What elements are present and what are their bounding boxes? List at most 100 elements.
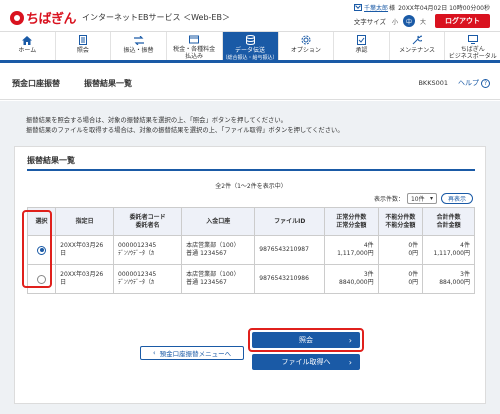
ok-amount: 8840,000円 [339,279,374,286]
redisplay-button[interactable]: 再表示 [440,193,473,204]
inquiry-button-highlight [248,328,364,352]
last-login-time: 20XX年04月02日 10時00分00秒 [398,5,490,12]
results-table: 選択 指定日 委託者コード 委託者名 入金口座 ファイルID 正常分件数 正常分金額… [26,207,475,294]
help-label: ヘルプ [458,79,479,87]
nav-tax[interactable]: 税金・各種料金 払込み [167,32,223,60]
col-ok-amount: 正常分金額 [336,221,367,229]
font-size-small-button[interactable]: 小 [389,15,401,27]
col-ng-amount: 不能分金額 [385,221,416,229]
total-amount: 884,000円 [439,279,470,286]
nav-data-label-line2: （総合振込・給与振込） [222,55,278,61]
col-total: 合計件数 合計金額 [422,207,475,236]
data-transmission-icon [244,35,256,45]
panel-divider [27,169,475,171]
service-name: インターネットEBサービス ＜Web-EB＞ [82,13,230,22]
back-button-label: 預金口座振替メニューへ [159,350,232,358]
col-ng: 不能分件数 不能分金額 [377,207,424,236]
col-ng-count: 不能分件数 [385,213,416,221]
transfer-icon [133,35,145,45]
per-page-label: 表示件数： [373,196,404,203]
results-panel: 振替結果一覧 全2件（1～2件を表示中） 表示件数： 10件 ▾ 再表示 選択 … [14,146,486,404]
ng-count: 0件 [408,271,419,278]
date-cell: 20XX年03月26日 [55,235,115,265]
nav-inquiry[interactable]: 照会 [56,32,112,60]
account-cell: 本店営業部（100） 普通 1234567 [181,264,256,294]
total-count: 4件 [460,242,470,249]
file-id-cell: 9876543210986 [254,264,326,294]
col-date: 指定日 [55,207,115,236]
chevron-left-icon: ‹ [152,349,156,357]
nav-portal[interactable]: ちばぎん ビジネスポータル [445,32,500,60]
col-account: 入金口座 [181,207,256,236]
portal-icon [467,35,479,44]
page-title-bar: 預金口座振替 振替結果一覧 BKKS001 ヘルプ ? [0,64,500,100]
font-size-large-button[interactable]: 大 [417,15,429,27]
per-page-select[interactable]: 10件 ▾ [406,193,437,204]
nav-approval[interactable]: 承認 [334,32,390,60]
chibagin-logo[interactable]: ちばぎん [10,8,77,27]
file-download-button[interactable]: ファイル取得へ › [252,354,360,370]
nav-maintenance-label: メンテナンス [399,47,436,54]
pager-controls: 表示件数： 10件 ▾ 再表示 [374,193,473,204]
mail-icon[interactable] [354,4,363,11]
col-consignor: 委託者コード 委託者名 [113,207,183,236]
table-row[interactable]: 20XX年03月26日 0000012345 ﾃﾞﾝｿｳﾃﾞｰﾀ（ｶ 本店営業部（… [26,235,475,265]
question-icon: ? [481,78,490,88]
logo-text: ちばぎん [26,12,77,27]
ok-cell: 3件 8840,000円 [324,264,379,294]
select-column-highlight [22,210,52,288]
logo-mark-icon [10,10,24,25]
back-to-menu-button[interactable]: ‹ 預金口座振替メニューへ [140,346,244,360]
nav-tax-label-line1: 税金・各種料金 [173,46,216,53]
file-button-label: ファイル取得へ [281,358,331,366]
ng-count: 0件 [408,242,419,249]
nav-approval-label: 承認 [355,47,368,54]
nav-inquiry-label: 照会 [76,47,89,54]
account-number: 普通 1234567 [186,250,227,257]
chevron-right-icon: › [348,357,352,367]
nav-portal-label: ちばぎん ビジネスポータル [449,46,497,60]
ng-amount: 0円 [408,250,419,257]
col-total-amount: 合計金額 [436,221,461,229]
nav-tax-label: 税金・各種料金 払込み [173,46,215,60]
nav-maintenance[interactable]: メンテナンス [390,32,446,60]
tax-icon [188,35,200,44]
col-ok-count: 正常分件数 [336,213,367,221]
branch-name: 本店営業部（100） [186,271,240,278]
col-consignor-name: 委託者名 [135,221,160,229]
nav-option[interactable]: オプション [279,32,335,60]
nav-portal-label-line1: ちばぎん [460,46,485,53]
nav-data-transmission[interactable]: データ伝送 （総合振込・給与振込） [222,32,279,61]
ok-cell: 4件 1,117,000円 [324,235,379,265]
user-name-link[interactable]: 千葉太郎 [364,3,388,12]
ok-count: 3件 [363,271,374,278]
help-link[interactable]: ヘルプ ? [458,78,490,88]
option-icon [300,35,312,45]
instruction-line-2: 振替結果のファイルを取得する場合は、対象の振替結果を選択の上、「ファイル取得」ボ… [26,127,344,134]
nav-option-label: オプション [290,47,321,54]
col-ok: 正常分件数 正常分金額 [324,207,379,236]
total-amount: 1,117,000円 [433,250,470,257]
page-title: 振替結果一覧 [84,79,132,88]
table-row[interactable]: 20XX年03月26日 0000012345 ﾃﾞﾝｿｳﾃﾞｰﾀ（ｶ 本店営業部（… [26,264,475,294]
logout-button[interactable]: ログアウト [435,14,490,28]
consignor-cell: 0000012345 ﾃﾞﾝｿｳﾃﾞｰﾀ（ｶ [113,264,183,294]
font-size-label: 文字サイズ [353,18,386,26]
panel-title: 振替結果一覧 [27,156,75,165]
nav-home[interactable]: ホーム [0,32,56,60]
nav-home-label: ホーム [18,47,37,54]
file-id-cell: 9876543210987 [254,235,326,265]
user-suffix: 様 [389,5,396,12]
user-info: 千葉太郎 様 20XX年04月02日 10時00分00秒 [354,3,490,12]
col-consignor-code: 委託者コード [129,213,166,221]
date-cell: 20XX年03月26日 [55,264,115,294]
instructions: 振替結果を照会する場合は、対象の振替結果を選択の上、「照会」ボタンを押してくださ… [26,116,344,136]
total-count: 3件 [460,271,470,278]
approval-icon [355,35,367,45]
table-header-row: 選択 指定日 委託者コード 委託者名 入金口座 ファイルID 正常分件数 正常分金額… [26,207,475,236]
global-nav: ホーム 照会 振込・振替 税金・各種料金 払込み データ伝送 （総合振込・給与振込）… [0,31,500,63]
col-file-id: ファイルID [254,207,326,236]
font-size-medium-button[interactable]: 中 [403,15,415,27]
nav-transfer[interactable]: 振込・振替 [111,32,167,60]
ng-amount: 0円 [408,279,419,286]
